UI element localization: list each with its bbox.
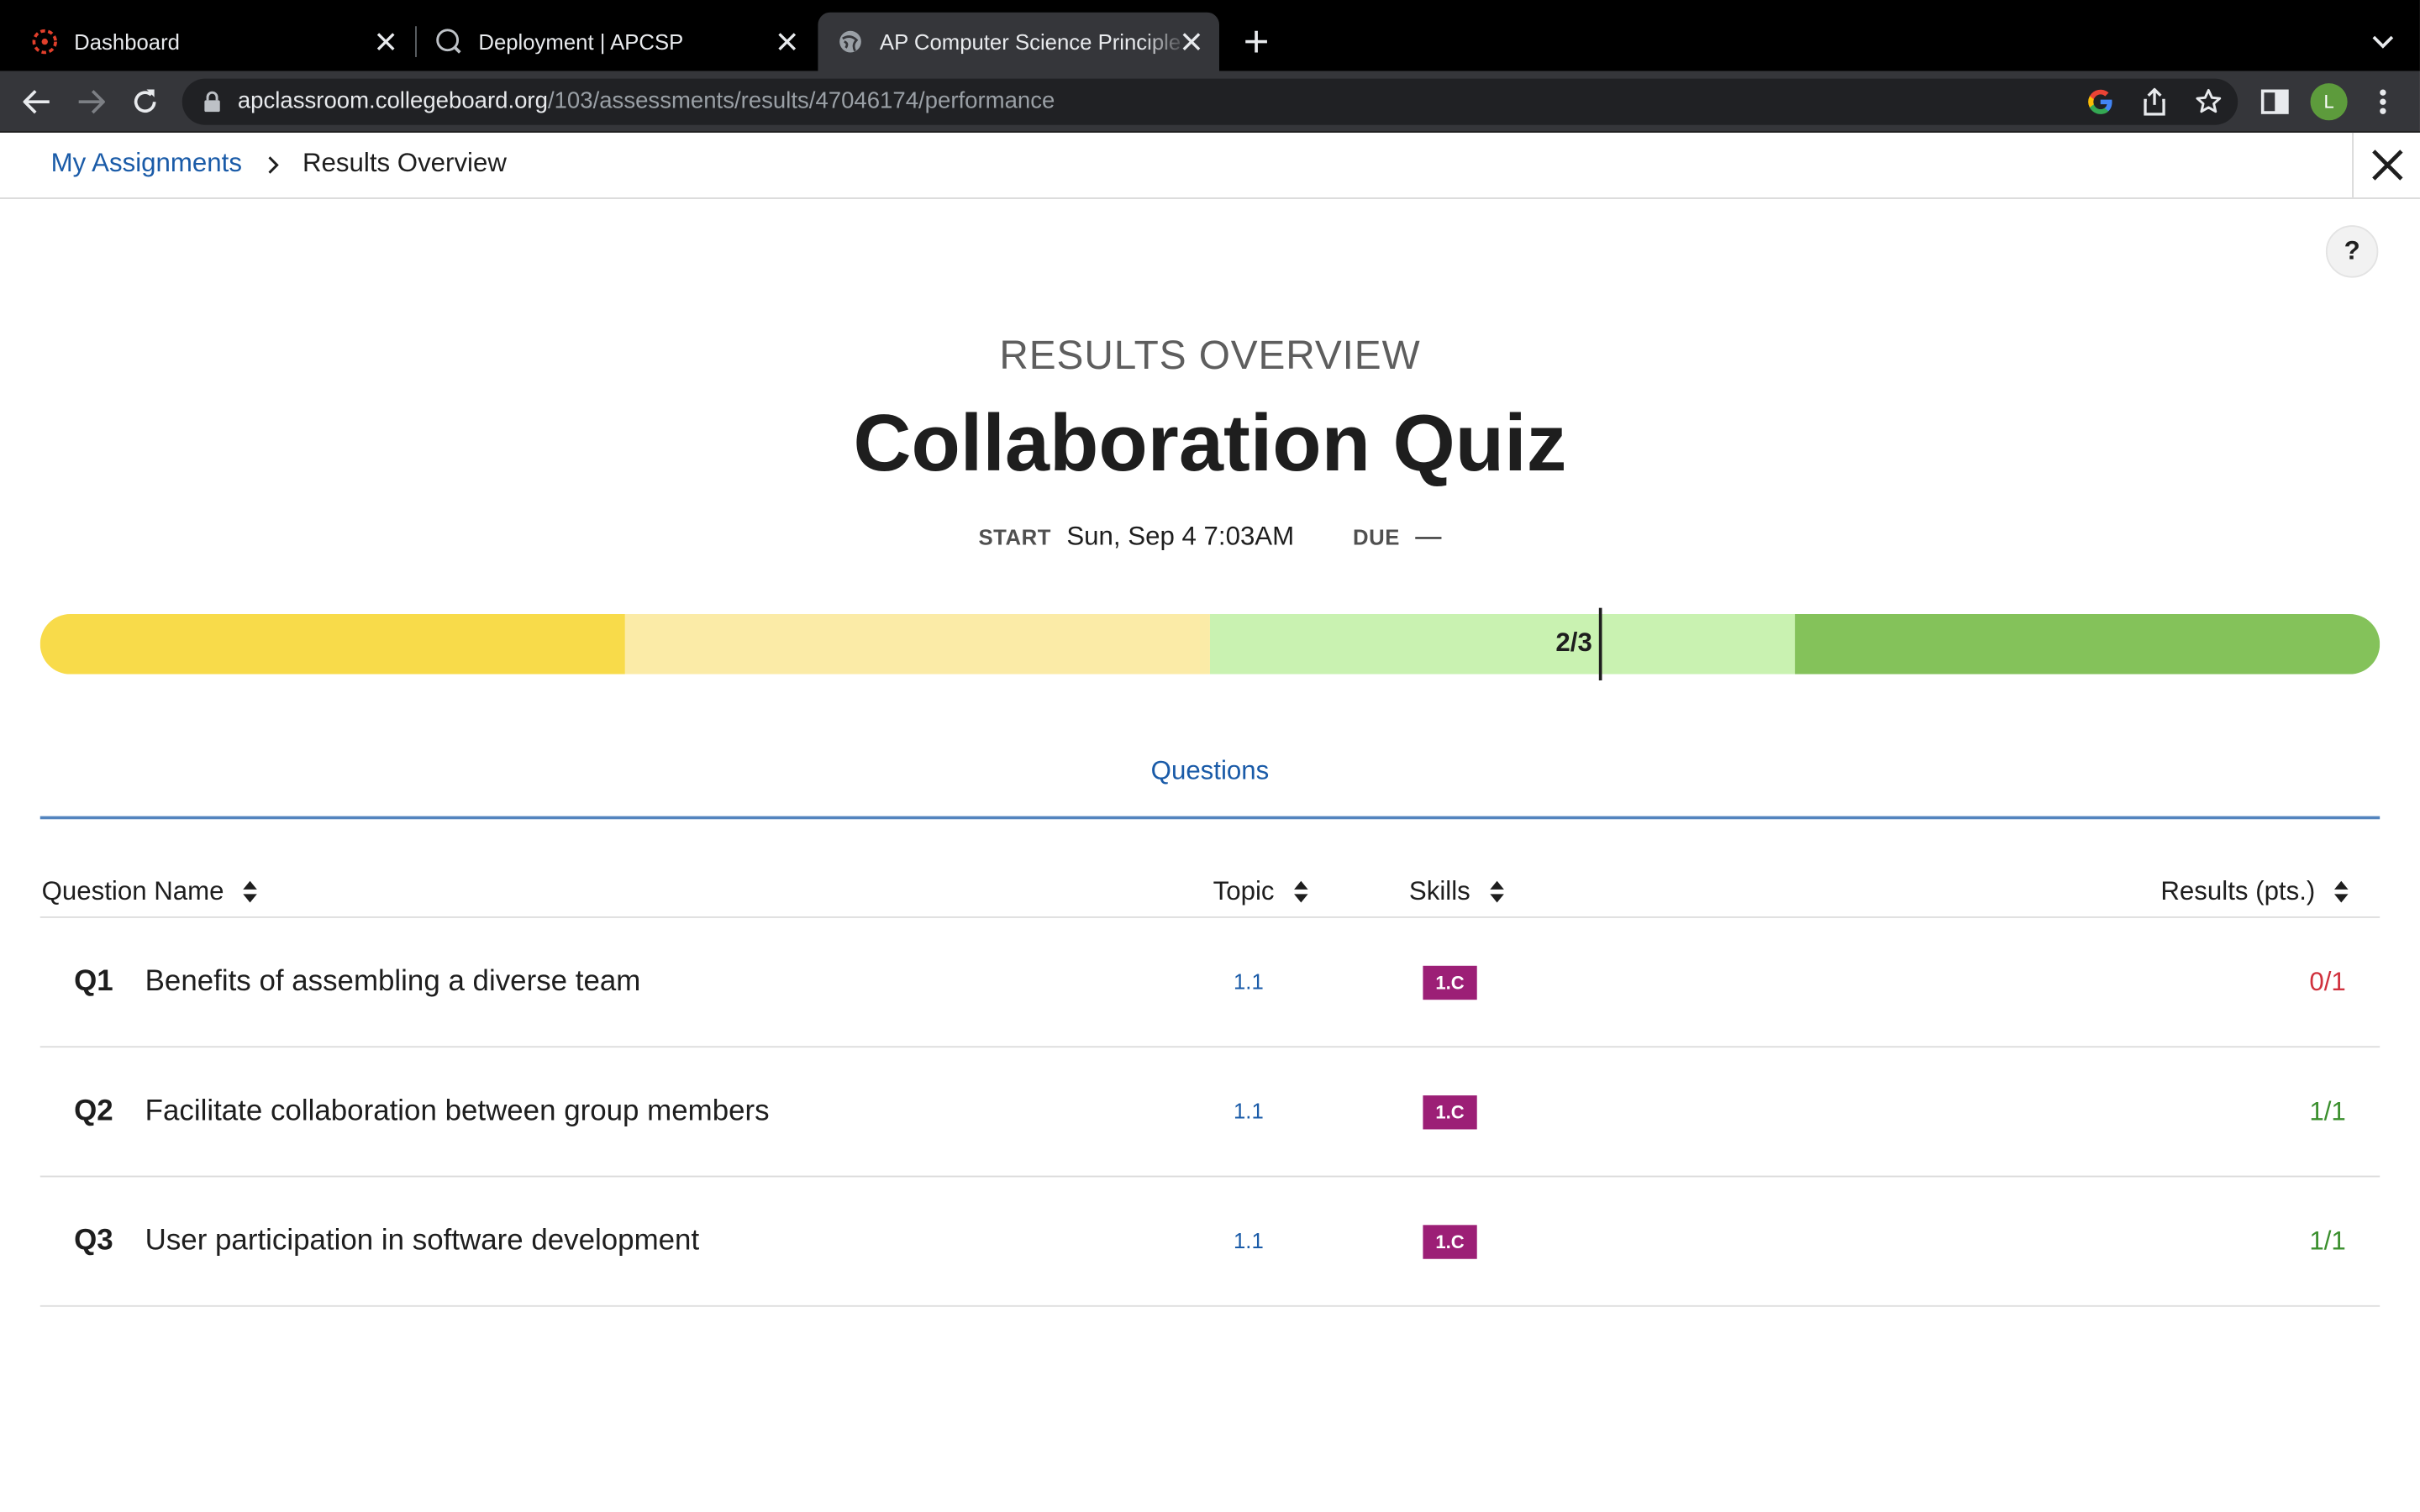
- reload-icon[interactable]: [127, 83, 164, 120]
- browser-tab-deployment[interactable]: Deployment | APCSP: [417, 13, 815, 71]
- skill-badge: 1.C: [1423, 1095, 1477, 1130]
- question-number: Q3: [74, 1225, 113, 1257]
- breadcrumb: My Assignments Results Overview: [0, 132, 2420, 199]
- help-button[interactable]: ?: [2325, 225, 2379, 278]
- breadcrumb-my-assignments-link[interactable]: My Assignments: [51, 148, 242, 179]
- bookmark-star-icon[interactable]: [2191, 85, 2225, 118]
- table-row[interactable]: Q2 Facilitate collaboration between grou…: [39, 1047, 2381, 1178]
- start-value: Sun, Sep 4 7:03AM: [1066, 521, 1295, 551]
- tab-title: AP Computer Science Principle: [879, 29, 1181, 55]
- table-row[interactable]: Q3 User participation in software develo…: [39, 1177, 2381, 1307]
- sort-icon[interactable]: [243, 879, 258, 904]
- score-bar-segment: [1795, 614, 2381, 675]
- tab-title: Deployment | APCSP: [478, 29, 684, 55]
- result-value: 0/1: [2309, 967, 2346, 997]
- breadcrumb-current: Results Overview: [302, 148, 507, 178]
- close-tab-icon[interactable]: [1176, 26, 1207, 57]
- browser-toolbar: apclassroom.collegeboard.org/103/assessm…: [0, 71, 2420, 133]
- question-name-link[interactable]: Facilitate collaboration between group m…: [145, 1095, 770, 1129]
- skill-badge: 1.C: [1423, 965, 1477, 1000]
- tab-underline: [39, 816, 2381, 820]
- browser-tab-dashboard[interactable]: Dashboard: [13, 13, 414, 71]
- topic-link[interactable]: 1.1: [1216, 1099, 1281, 1123]
- column-header-topic[interactable]: Topic: [1213, 876, 1308, 907]
- url-host: apclassroom.collegeboard.org: [237, 87, 548, 114]
- chevron-right-icon: [262, 151, 284, 179]
- column-header-label: Question Name: [41, 876, 224, 906]
- close-tab-icon[interactable]: [371, 26, 402, 57]
- close-tab-icon[interactable]: [771, 26, 802, 57]
- score-bar-segment: [1209, 614, 1796, 675]
- google-icon[interactable]: [2084, 85, 2118, 118]
- skill-badge: 1.C: [1423, 1225, 1477, 1259]
- forward-arrow-icon[interactable]: [72, 83, 109, 120]
- tab-search-chevron-icon[interactable]: [2365, 24, 2402, 60]
- url-path: /103/assessments/results/47046174/perfor…: [547, 87, 1055, 114]
- start-label: START: [978, 524, 1051, 549]
- score-label: 2/3: [1555, 627, 1592, 658]
- profile-avatar[interactable]: L: [2310, 83, 2348, 121]
- lock-icon[interactable]: [201, 90, 223, 114]
- page-title: Collaboration Quiz: [853, 399, 1567, 490]
- more-menu-icon[interactable]: [2365, 83, 2402, 120]
- page-kicker: RESULTS OVERVIEW: [999, 331, 1421, 378]
- question-name-link[interactable]: Benefits of assembling a diverse team: [145, 966, 641, 1000]
- column-header-label: Topic: [1213, 876, 1275, 906]
- close-icon[interactable]: [2352, 132, 2420, 198]
- sort-icon[interactable]: [2333, 879, 2349, 904]
- due-label: DUE: [1352, 524, 1400, 549]
- browser-tab-strip: Dashboard Deployment | APCSP AP Computer…: [0, 0, 2420, 71]
- column-header-question-name[interactable]: Question Name: [42, 876, 258, 907]
- tab-title: Dashboard: [74, 29, 180, 55]
- browser-tab-apcsp[interactable]: AP Computer Science Principle: [818, 12, 1219, 71]
- screen: Dashboard Deployment | APCSP AP Computer…: [0, 0, 2420, 1512]
- sort-icon[interactable]: [1293, 879, 1308, 904]
- sort-icon[interactable]: [1489, 879, 1504, 904]
- globe-icon: [836, 28, 864, 55]
- tab-questions[interactable]: Questions: [0, 756, 2420, 787]
- globe-search-icon: [435, 28, 463, 55]
- side-panel-icon[interactable]: [2256, 83, 2293, 120]
- score-marker: [1598, 607, 1602, 680]
- address-bar[interactable]: apclassroom.collegeboard.org/103/assessm…: [182, 78, 2238, 125]
- question-number: Q2: [74, 1095, 113, 1128]
- column-header-results[interactable]: Results (pts.): [2160, 876, 2349, 907]
- question-number: Q1: [74, 965, 113, 999]
- column-header-label: Skills: [1408, 876, 1470, 906]
- new-tab-icon[interactable]: [1238, 24, 1275, 60]
- topic-link[interactable]: 1.1: [1216, 969, 1281, 993]
- column-header-label: Results (pts.): [2160, 876, 2316, 906]
- assignment-dates: START Sun, Sep 4 7:03AM DUE —: [0, 522, 2420, 553]
- result-value: 1/1: [2309, 1226, 2346, 1257]
- question-name-link[interactable]: User participation in software developme…: [145, 1225, 700, 1258]
- back-arrow-icon[interactable]: [18, 83, 55, 120]
- score-bar-segment: [39, 614, 625, 675]
- url-text: apclassroom.collegeboard.org/103/assessm…: [238, 88, 1055, 114]
- score-bar: [39, 614, 2381, 675]
- column-header-skills[interactable]: Skills: [1409, 876, 1504, 907]
- result-value: 1/1: [2309, 1096, 2346, 1126]
- topic-link[interactable]: 1.1: [1216, 1228, 1281, 1252]
- share-icon[interactable]: [2138, 85, 2171, 118]
- canvas-logo-icon: [31, 28, 59, 55]
- table-row[interactable]: Q1 Benefits of assembling a diverse team…: [39, 918, 2381, 1048]
- due-value: —: [1415, 521, 1442, 551]
- score-bar-segment: [624, 614, 1210, 675]
